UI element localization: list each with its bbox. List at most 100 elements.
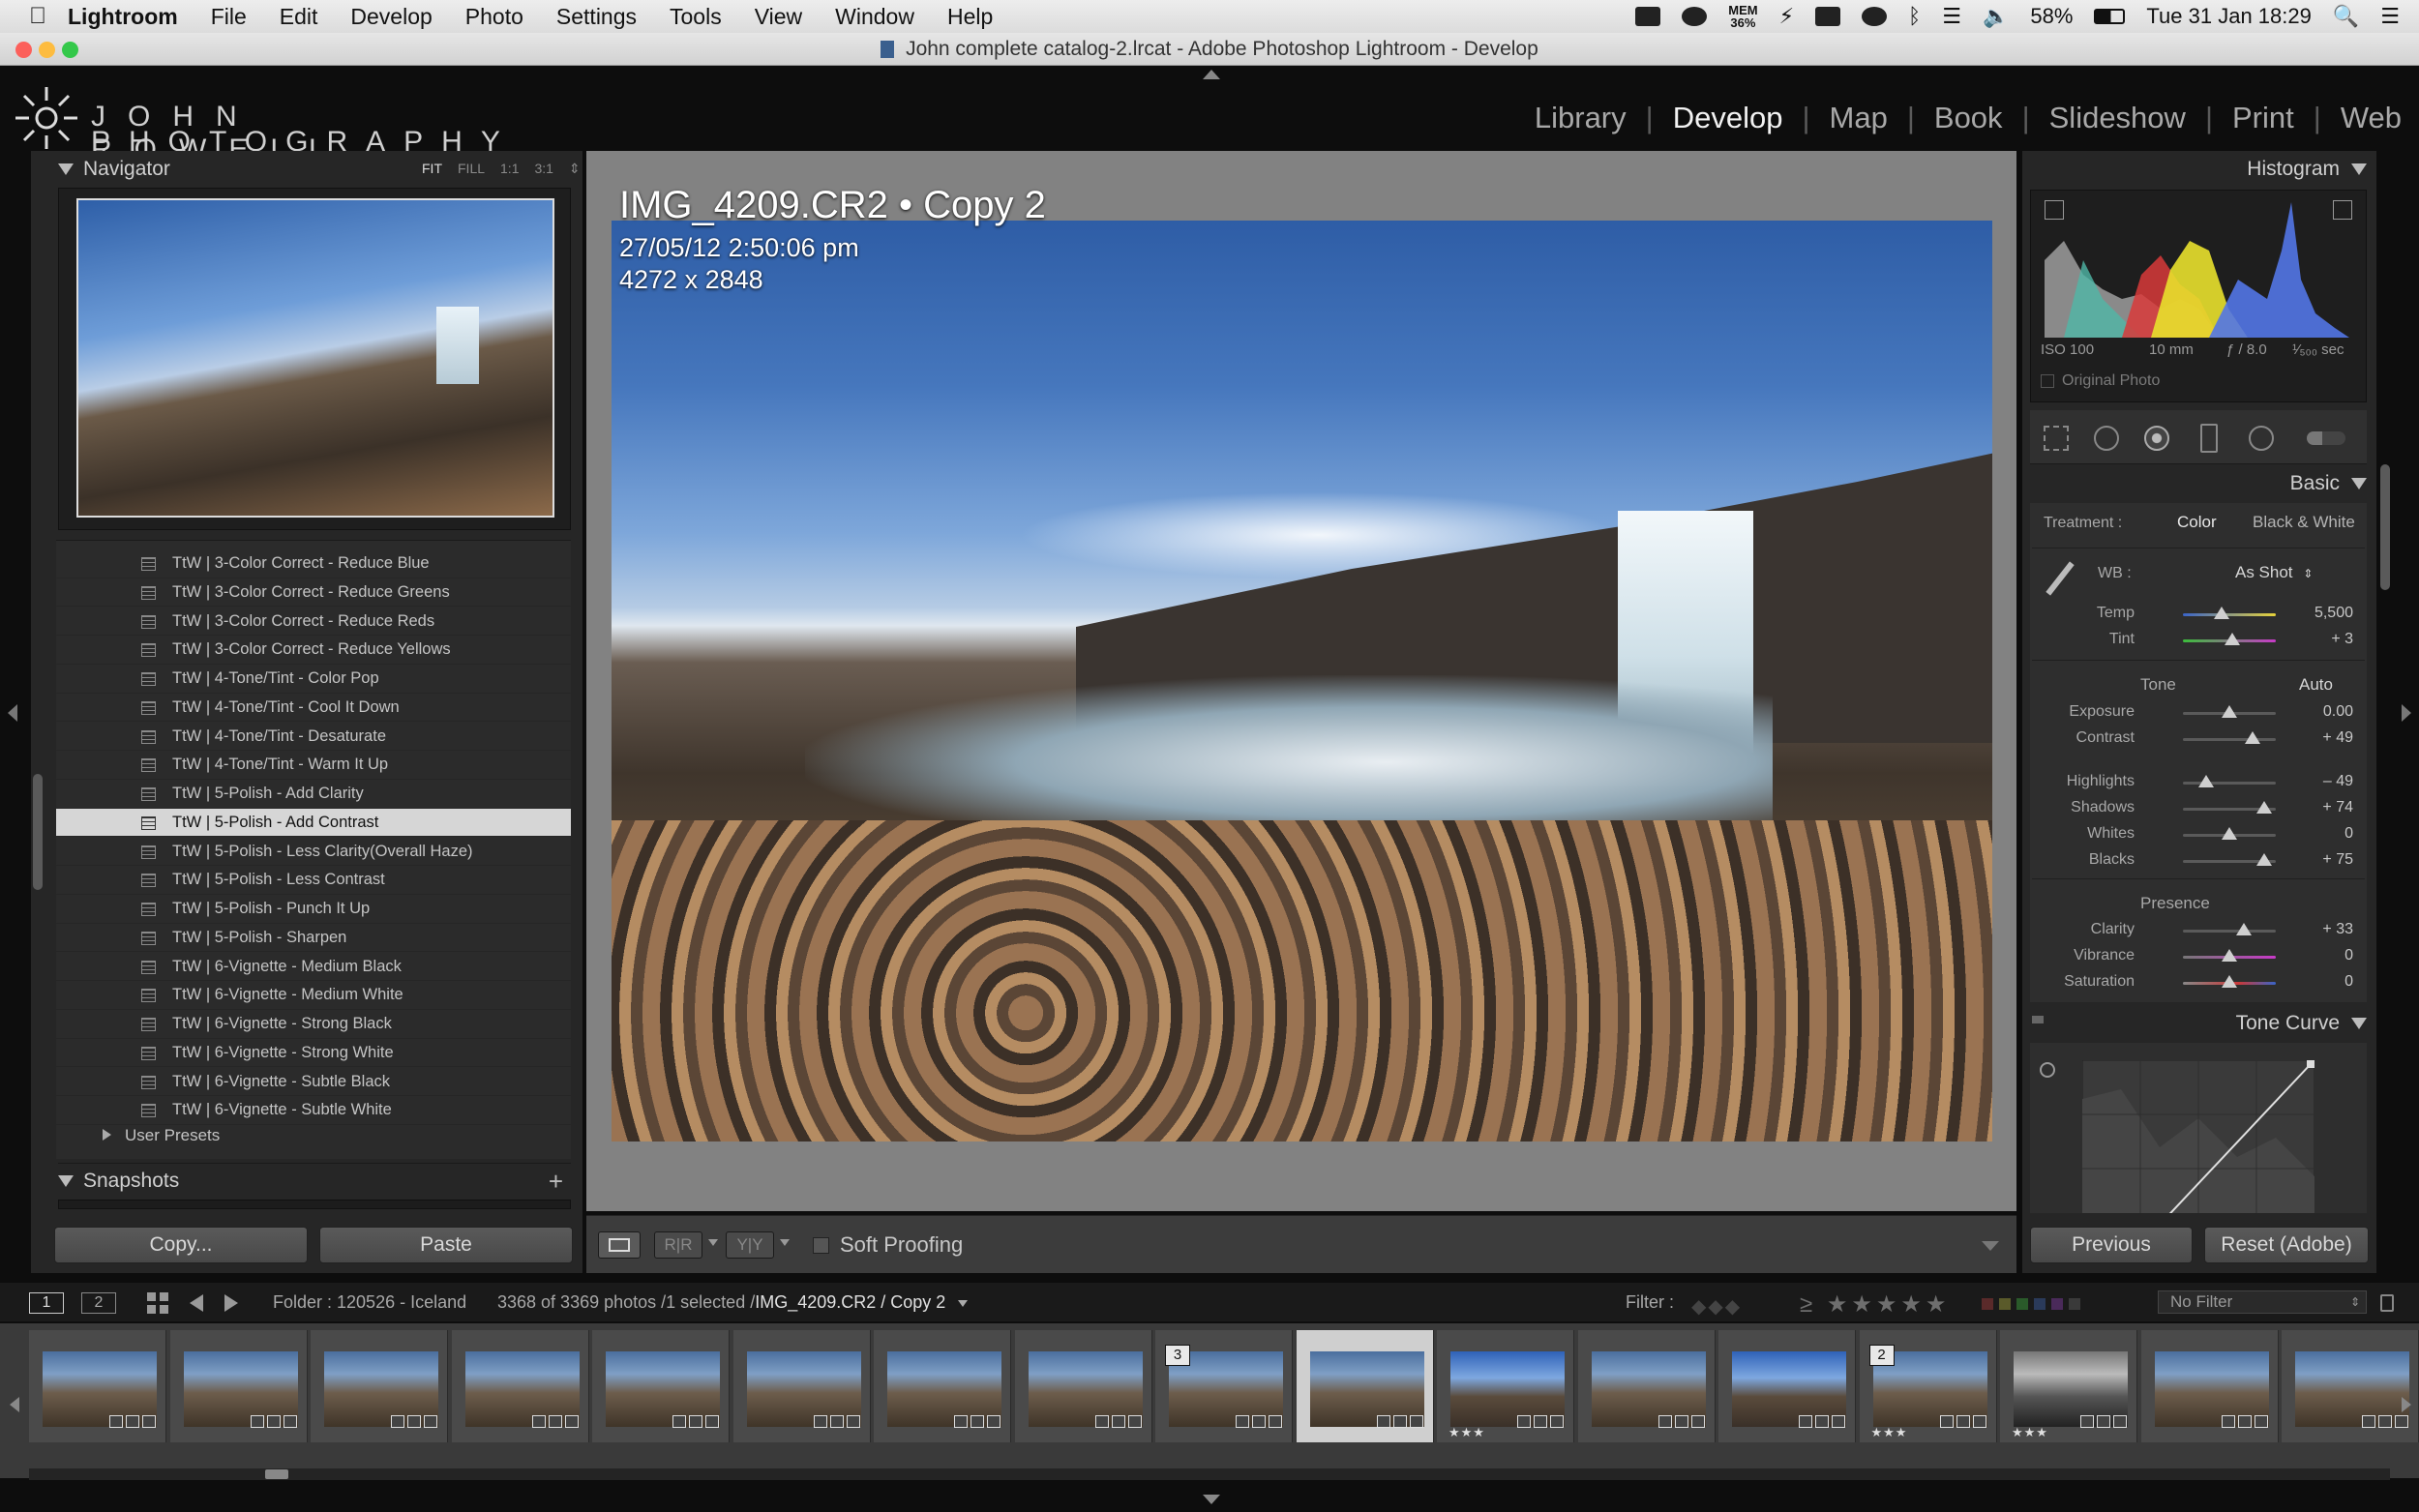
badge-icon[interactable] <box>1972 1415 1986 1428</box>
slider-value[interactable]: – 49 <box>2293 773 2353 790</box>
preset-item[interactable]: TtW | 3-Color Correct - Reduce Yellows <box>56 636 571 665</box>
radial-filter-icon[interactable] <box>2249 426 2274 451</box>
navigator-preview[interactable] <box>58 188 571 530</box>
color-filter-green[interactable] <box>2016 1298 2028 1310</box>
badge-icon[interactable] <box>971 1415 984 1428</box>
badge-icon[interactable] <box>391 1415 404 1428</box>
adjustment-brush-icon[interactable] <box>2307 431 2345 445</box>
close-window-button[interactable] <box>15 42 32 58</box>
previous-button[interactable]: Previous <box>2030 1227 2193 1263</box>
red-eye-icon[interactable] <box>2144 426 2169 451</box>
menu-view[interactable]: View <box>755 4 802 30</box>
slider-value[interactable]: + 75 <box>2293 851 2353 869</box>
slider-track[interactable] <box>2183 738 2276 741</box>
filmstrip-thumbnail[interactable] <box>2282 1330 2419 1442</box>
toolbar-menu-icon[interactable] <box>1982 1241 1999 1251</box>
filmstrip-thumbnail[interactable] <box>1718 1330 1856 1442</box>
badge-icon[interactable] <box>142 1415 156 1428</box>
volume-icon[interactable]: 🔈 <box>1983 4 2009 29</box>
apple-icon[interactable]:  <box>29 3 46 30</box>
slider-value[interactable]: + 3 <box>2293 631 2353 648</box>
badge-icon[interactable] <box>2097 1415 2110 1428</box>
preset-item[interactable]: TtW | 4-Tone/Tint - Color Pop <box>56 665 571 694</box>
zoom-fit[interactable]: FIT <box>422 161 442 177</box>
badge-icon[interactable] <box>1550 1415 1564 1428</box>
filter-preset-select[interactable]: No Filter ⇕ <box>2158 1290 2367 1314</box>
dropbox-icon[interactable] <box>1635 7 1661 26</box>
menu-app[interactable]: Lightroom <box>68 4 178 30</box>
back-arrow-icon[interactable] <box>190 1294 203 1312</box>
battery-icon[interactable] <box>2094 9 2126 24</box>
clock[interactable]: Tue 31 Jan 18:29 <box>2146 4 2311 29</box>
slider-track[interactable] <box>2183 930 2276 933</box>
rating-filter[interactable]: ≥ ★★★★★ <box>1800 1290 1950 1319</box>
targeted-adjustment-icon[interactable] <box>2040 1062 2055 1078</box>
badge-icon[interactable] <box>1517 1415 1531 1428</box>
badge-icon[interactable] <box>1799 1415 1812 1428</box>
preset-item[interactable]: TtW | 6-Vignette - Subtle Black <box>56 1068 571 1097</box>
badge-icon[interactable] <box>1674 1415 1688 1428</box>
zoom-1-1[interactable]: 1:1 <box>500 161 519 177</box>
slider-value[interactable]: + 33 <box>2293 921 2353 938</box>
badge-icon[interactable] <box>266 1415 281 1428</box>
color-filter-purple[interactable] <box>2051 1298 2063 1310</box>
badge-icon[interactable] <box>1939 1415 1954 1428</box>
badge-icon[interactable] <box>564 1415 579 1428</box>
histogram-header[interactable]: Histogram <box>2030 152 2367 187</box>
basic-header[interactable]: Basic <box>2030 466 2367 501</box>
mem-monitor[interactable]: MEM 36% <box>1728 4 1757 29</box>
filmstrip-thumbnail[interactable] <box>1296 1330 1434 1442</box>
preset-item[interactable]: TtW | 6-Vignette - Strong White <box>56 1039 571 1068</box>
soft-proofing-checkbox[interactable] <box>813 1237 829 1254</box>
filmstrip-thumbnail[interactable] <box>169 1330 308 1442</box>
badge-icon[interactable] <box>1690 1415 1705 1428</box>
module-library[interactable]: Library <box>1535 101 1627 135</box>
slider-value[interactable]: + 49 <box>2293 729 2353 747</box>
filmstrip-thumbnail[interactable] <box>1014 1330 1152 1442</box>
preset-item[interactable]: TtW | 5-Polish - Add Clarity <box>56 780 571 809</box>
minimize-window-button[interactable] <box>39 42 55 58</box>
folder-source[interactable]: Folder : 120526 - Iceland <box>273 1292 466 1313</box>
badge-icon[interactable] <box>2113 1415 2127 1428</box>
zoom-3-1[interactable]: 3:1 <box>534 161 552 177</box>
badge-icon[interactable] <box>2395 1415 2408 1428</box>
badge-icon[interactable] <box>1094 1415 1109 1428</box>
slider-value[interactable]: + 74 <box>2293 799 2353 816</box>
slider-thumb[interactable] <box>2222 827 2237 840</box>
badge-icon[interactable] <box>1236 1415 1249 1428</box>
gear-icon[interactable] <box>1862 7 1888 26</box>
slider-value[interactable]: 0 <box>2293 947 2353 964</box>
slider-thumb[interactable] <box>2245 731 2260 744</box>
preset-item[interactable]: TtW | 3-Color Correct - Reduce Greens <box>56 578 571 608</box>
menu-window[interactable]: Window <box>835 4 914 30</box>
badge-icon[interactable] <box>987 1415 1000 1428</box>
preset-item[interactable]: TtW | 5-Polish - Sharpen <box>56 924 571 953</box>
badge-icon[interactable] <box>813 1415 827 1428</box>
top-panel-toggle-icon[interactable] <box>1203 70 1220 79</box>
badge-icon[interactable] <box>2237 1415 2252 1428</box>
copy-settings-button[interactable]: Copy... <box>54 1227 308 1263</box>
module-print[interactable]: Print <box>2232 101 2294 135</box>
filmstrip-scrollbar[interactable] <box>29 1468 2390 1480</box>
menu-tools[interactable]: Tools <box>670 4 722 30</box>
lightning-icon[interactable]: ⚡ <box>1779 4 1794 29</box>
window-2-button[interactable]: 2 <box>81 1292 116 1314</box>
badge-icon[interactable] <box>424 1415 437 1428</box>
slider-value[interactable]: 0 <box>2293 973 2353 991</box>
histogram[interactable]: ISO 100 10 mm ƒ / 8.0 ¹⁄₅₀₀ sec Original… <box>2030 190 2367 402</box>
auto-tone-button[interactable]: Auto <box>2299 675 2333 695</box>
preset-item[interactable]: TtW | 6-Vignette - Strong Black <box>56 1010 571 1039</box>
color-filter-none[interactable] <box>2069 1298 2080 1310</box>
bluetooth-icon[interactable]: ᛒ <box>1908 4 1921 29</box>
badge-icon[interactable] <box>250 1415 264 1428</box>
badge-icon[interactable] <box>1252 1415 1266 1428</box>
building-icon[interactable] <box>1815 7 1841 26</box>
module-web[interactable]: Web <box>2341 101 2402 135</box>
before-after-menu-icon[interactable] <box>708 1239 718 1246</box>
filmstrip-thumbnail[interactable] <box>29 1330 166 1442</box>
photo-count[interactable]: 3368 of 3369 photos /1 selected /IMG_420… <box>497 1292 969 1313</box>
preset-item[interactable]: TtW | 5-Polish - Punch It Up <box>56 895 571 924</box>
color-label-filters[interactable] <box>1982 1298 2080 1310</box>
swap-button[interactable]: Y|Y <box>726 1231 774 1259</box>
badge-icon[interactable] <box>283 1415 297 1428</box>
